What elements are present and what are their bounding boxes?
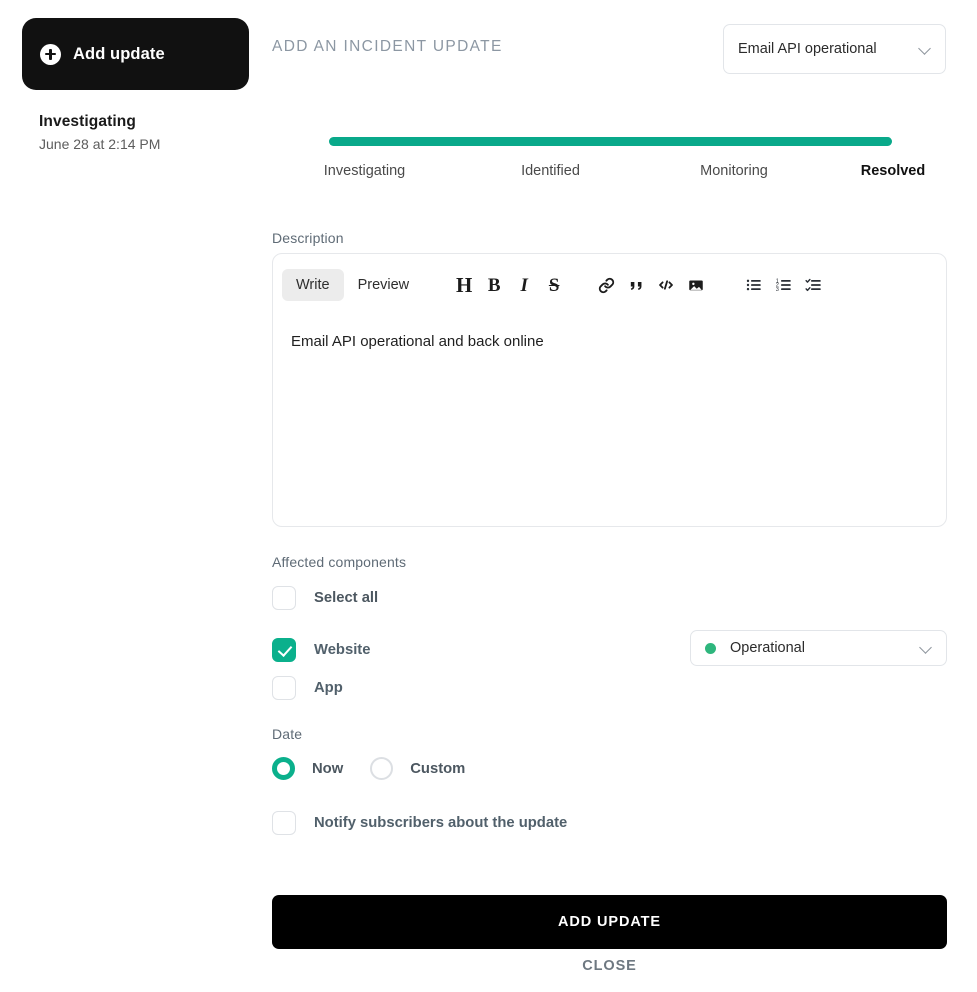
link-icon[interactable]: [591, 270, 621, 300]
app-label: App: [314, 680, 343, 696]
update-history-item[interactable]: Investigating June 28 at 2:14 PM: [39, 113, 160, 152]
notify-subscribers-row[interactable]: Notify subscribers about the update: [272, 811, 567, 835]
website-checkbox[interactable]: [272, 638, 296, 662]
website-status-select[interactable]: Operational: [690, 630, 947, 666]
progress-fill: [329, 137, 892, 146]
add-incident-update-screen: Add update Investigating June 28 at 2:14…: [0, 0, 977, 992]
date-radio-group: Now Custom: [272, 757, 465, 780]
component-row-website[interactable]: Website: [272, 638, 370, 662]
notify-subscribers-label: Notify subscribers about the update: [314, 815, 568, 831]
date-label: Date: [272, 726, 303, 742]
description-editor: Write Preview H B I S 1 2 3 Email API op…: [272, 253, 947, 527]
history-item-timestamp: June 28 at 2:14 PM: [39, 136, 161, 152]
italic-icon[interactable]: I: [509, 270, 539, 300]
blockquote-icon[interactable]: [621, 270, 651, 300]
heading-icon[interactable]: H: [449, 270, 479, 300]
bold-icon[interactable]: B: [479, 270, 509, 300]
step-identified[interactable]: Identified: [457, 163, 644, 179]
step-label-row: Investigating Identified Monitoring Reso…: [272, 163, 962, 179]
website-label: Website: [314, 642, 371, 658]
step-monitoring[interactable]: Monitoring: [644, 163, 824, 179]
description-textarea[interactable]: Email API operational and back online: [273, 316, 948, 527]
checklist-icon[interactable]: [799, 270, 829, 300]
step-resolved[interactable]: Resolved: [824, 163, 962, 179]
date-now-radio[interactable]: [272, 757, 295, 780]
notify-subscribers-checkbox[interactable]: [272, 811, 296, 835]
date-custom-radio[interactable]: [370, 757, 394, 780]
add-update-button-label: Add update: [73, 44, 165, 63]
chevron-down-icon: [919, 43, 931, 55]
close-button[interactable]: CLOSE: [272, 958, 947, 974]
select-all-row[interactable]: Select all: [272, 586, 378, 610]
list-group: 1 2 3: [739, 270, 829, 300]
chevron-down-icon: [920, 642, 932, 654]
submit-add-update-button[interactable]: ADD UPDATE: [272, 895, 947, 949]
select-all-label: Select all: [314, 590, 379, 606]
website-status-value: Operational: [730, 640, 805, 656]
select-all-checkbox[interactable]: [272, 586, 296, 610]
text-format-group: H B I S: [449, 270, 569, 300]
history-item-status: Investigating: [39, 113, 136, 130]
incident-select-value: Email API operational: [738, 41, 877, 57]
description-label: Description: [272, 230, 344, 246]
status-dot-icon: [705, 642, 716, 654]
editor-toolbar: Write Preview H B I S 1 2 3: [273, 254, 948, 316]
svg-text:3: 3: [776, 287, 779, 293]
component-row-app[interactable]: App: [272, 676, 343, 700]
plus-circle-icon: [40, 43, 61, 65]
main-panel: ADD AN INCIDENT UPDATE Email API operati…: [252, 0, 977, 992]
tab-write[interactable]: Write: [282, 269, 344, 301]
affected-components-label: Affected components: [272, 554, 407, 570]
step-investigating[interactable]: Investigating: [272, 163, 457, 179]
strikethrough-icon[interactable]: S: [539, 270, 569, 300]
tab-preview[interactable]: Preview: [344, 269, 424, 301]
numbered-list-icon[interactable]: 1 2 3: [769, 270, 799, 300]
date-now-label: Now: [312, 760, 344, 777]
bulleted-list-icon[interactable]: [739, 270, 769, 300]
date-custom-label: Custom: [410, 760, 466, 777]
sidebar: Add update Investigating June 28 at 2:14…: [0, 0, 252, 992]
image-icon[interactable]: [681, 270, 711, 300]
incident-select[interactable]: Email API operational: [723, 24, 946, 74]
progress-track: [329, 137, 892, 146]
add-update-button[interactable]: Add update: [22, 18, 249, 90]
page-title: ADD AN INCIDENT UPDATE: [272, 38, 503, 55]
code-icon[interactable]: [651, 270, 681, 300]
app-checkbox[interactable]: [272, 676, 296, 700]
insert-group: [591, 270, 711, 300]
